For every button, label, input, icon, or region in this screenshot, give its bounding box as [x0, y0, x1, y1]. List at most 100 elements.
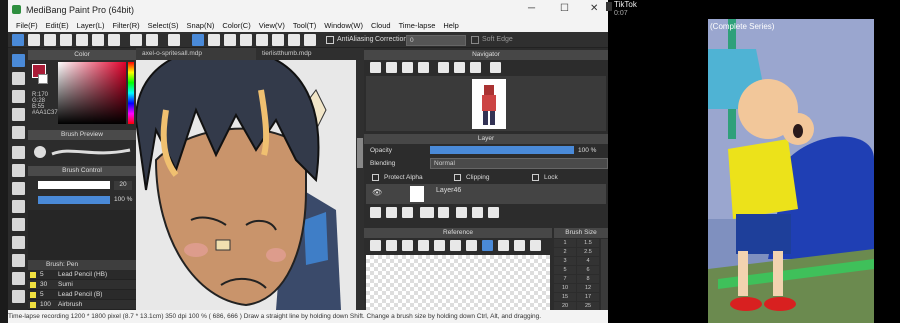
brush-size-cell[interactable]: 2.5: [577, 248, 599, 256]
maximize-icon[interactable]: ☐: [560, 3, 569, 14]
hue-slider[interactable]: [128, 62, 134, 124]
brush-list-item[interactable]: 100 Airbrush: [28, 300, 136, 310]
ref-open-icon[interactable]: [370, 240, 381, 251]
zoom-out-icon[interactable]: [386, 62, 397, 73]
ref-close-icon[interactable]: [402, 240, 413, 251]
close-icon[interactable]: ✕: [590, 3, 598, 14]
tab-tierlistthumb[interactable]: tierlistthumb.mdp: [256, 48, 356, 60]
tb-folder-icon[interactable]: [44, 34, 56, 46]
menu-item-10[interactable]: Cloud: [371, 20, 391, 32]
zoom-in-icon[interactable]: [370, 62, 381, 73]
rotate-left-icon[interactable]: [438, 62, 449, 73]
scroll-thumb[interactable]: [357, 138, 363, 168]
menu-item-11[interactable]: Time-lapse: [399, 20, 436, 32]
snap-cross-icon[interactable]: [224, 34, 236, 46]
canvas-scrollbar[interactable]: [356, 48, 364, 310]
snap-vanish-icon[interactable]: [240, 34, 252, 46]
add-layer-dropdown-icon[interactable]: [420, 207, 434, 218]
menu-item-12[interactable]: Help: [443, 20, 458, 32]
layer-opacity-slider[interactable]: [430, 146, 574, 154]
magic-wand-tool-icon[interactable]: [12, 254, 25, 267]
menu-item-5[interactable]: Snap(N): [186, 20, 214, 32]
correction-select[interactable]: 0: [406, 35, 466, 46]
flip-icon[interactable]: [490, 62, 501, 73]
blending-select[interactable]: Normal: [430, 158, 608, 169]
menu-item-6[interactable]: Color(C): [222, 20, 250, 32]
bucket-tool-icon[interactable]: [12, 182, 25, 195]
redo-icon[interactable]: [146, 34, 158, 46]
brush-size-cell[interactable]: 2: [554, 248, 576, 256]
reference-view[interactable]: [366, 255, 550, 310]
menu-item-4[interactable]: Select(S): [148, 20, 179, 32]
select-tool-icon[interactable]: [12, 218, 25, 231]
undo-icon[interactable]: [130, 34, 142, 46]
snap-radial-icon[interactable]: [256, 34, 268, 46]
navigator-preview[interactable]: [366, 76, 606, 131]
soft-edge-checkbox[interactable]: [471, 36, 479, 44]
brush-size-cell[interactable]: 1: [554, 239, 576, 247]
brush-size-scrollbar[interactable]: [601, 239, 608, 310]
snap-settings-icon[interactable]: [304, 34, 316, 46]
protect-alpha-checkbox[interactable]: [372, 174, 379, 181]
brush-size-cell[interactable]: 17: [577, 293, 599, 301]
snap-circle-icon[interactable]: [272, 34, 284, 46]
rotate-right-icon[interactable]: [454, 62, 465, 73]
layer-visibility-icon[interactable]: 👁: [372, 188, 382, 197]
brush-size-cell[interactable]: 3: [554, 257, 576, 265]
brush-list-item[interactable]: 5 Lead Pencil (B): [28, 290, 136, 300]
minimize-icon[interactable]: ─: [528, 3, 535, 14]
ref-eyedropper-icon[interactable]: [466, 240, 477, 251]
snap-off-icon[interactable]: [192, 34, 204, 46]
ref-reset-icon[interactable]: [530, 240, 541, 251]
new-layer-3-icon[interactable]: [402, 207, 413, 218]
clipping-checkbox[interactable]: [454, 174, 461, 181]
eraser-tool-icon[interactable]: [12, 72, 25, 85]
menu-item-8[interactable]: Tool(T): [293, 20, 316, 32]
folder-icon[interactable]: [438, 207, 449, 218]
drawing-canvas[interactable]: [136, 60, 356, 310]
menu-item-7[interactable]: View(V): [259, 20, 285, 32]
brush-size-cell[interactable]: 5: [554, 266, 576, 274]
brush-size-cell[interactable]: 12: [577, 284, 599, 292]
tb-grid-icon[interactable]: [76, 34, 88, 46]
menu-item-3[interactable]: Filter(R): [113, 20, 140, 32]
delete-layer-icon[interactable]: [488, 207, 499, 218]
reset-rotate-icon[interactable]: [470, 62, 481, 73]
tb-brush-icon[interactable]: [12, 34, 24, 46]
ref-flip-icon[interactable]: [514, 240, 525, 251]
dot-tool-icon[interactable]: [12, 90, 25, 103]
layer-row[interactable]: 👁 Layer46: [366, 184, 606, 204]
ref-zoom-in-icon[interactable]: [418, 240, 429, 251]
brush-size-cell[interactable]: 10: [554, 284, 576, 292]
ref-fit-icon[interactable]: [450, 240, 461, 251]
brush-size-cell[interactable]: 7: [554, 275, 576, 283]
fill-tool-icon[interactable]: [12, 164, 25, 177]
tb-cloud-icon[interactable]: [60, 34, 72, 46]
brush-size-cell[interactable]: 6: [577, 266, 599, 274]
tiktok-video[interactable]: (Complete Series): [708, 19, 874, 323]
snap-parallel-icon[interactable]: [208, 34, 220, 46]
fit-icon[interactable]: [402, 62, 413, 73]
tb-save-icon[interactable]: [28, 34, 40, 46]
duplicate-layer-icon[interactable]: [456, 207, 467, 218]
brush-size-cell[interactable]: 15: [554, 293, 576, 301]
shape-tool-icon[interactable]: [12, 108, 25, 121]
merge-layer-icon[interactable]: [472, 207, 483, 218]
menu-item-9[interactable]: Window(W): [324, 20, 363, 32]
eyedropper-tool-icon[interactable]: [12, 126, 25, 139]
ref-load-icon[interactable]: [386, 240, 397, 251]
actual-size-icon[interactable]: [418, 62, 429, 73]
color-picker-square[interactable]: [58, 62, 126, 124]
brush-size-value[interactable]: 20: [114, 181, 132, 190]
select-icon[interactable]: [168, 34, 180, 46]
brush-opacity-slider[interactable]: [38, 196, 110, 204]
lock-checkbox[interactable]: [532, 174, 539, 181]
secondary-color-swatch[interactable]: [38, 74, 48, 84]
text-tool-icon[interactable]: [12, 272, 25, 285]
new-layer-icon[interactable]: [370, 207, 381, 218]
brush-size-cell[interactable]: 4: [577, 257, 599, 265]
lasso-tool-icon[interactable]: [12, 236, 25, 249]
brush-size-cell[interactable]: 1.5: [577, 239, 599, 247]
brush-size-cell[interactable]: 25: [577, 302, 599, 310]
tb-grid2-icon[interactable]: [92, 34, 104, 46]
